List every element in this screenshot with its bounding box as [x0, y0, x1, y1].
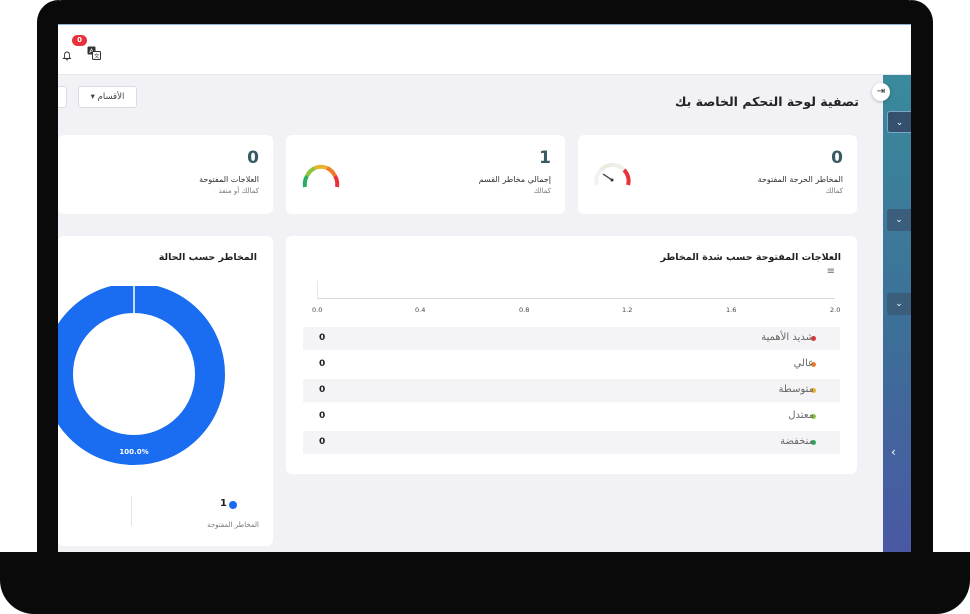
- legend-label: المخاطر المفتوحة: [207, 521, 259, 529]
- x-tick: 0.0: [312, 306, 323, 314]
- severity-count: 0: [319, 411, 326, 421]
- page-title: تصفية لوحة التحكم الخاصة بك: [674, 94, 859, 109]
- status-panel: المخاطر حسب الحالة 100.0% 1 المخاطر المف…: [58, 236, 273, 546]
- x-tick: 2.0: [830, 306, 841, 314]
- severity-row-low: 0 منخفضة: [303, 431, 840, 454]
- sidebar-toggle-2[interactable]: ⌄: [887, 209, 911, 231]
- device-frame-base: [0, 552, 970, 614]
- kpi-label: العلاجات المفتوحة: [199, 175, 259, 184]
- severity-count: 0: [319, 333, 326, 343]
- donut-slice-open-risks: [58, 286, 225, 465]
- severity-count: 0: [319, 385, 326, 395]
- severity-label: معتدل: [788, 410, 814, 421]
- kpi-card-critical: 0 المخاطر الحرجة المفتوحة كمالك: [578, 135, 857, 214]
- bell-icon[interactable]: [62, 51, 72, 61]
- kpi-label: المخاطر الحرجة المفتوحة: [757, 175, 843, 184]
- gauge-icon: [302, 164, 340, 188]
- kpi-value: 1: [539, 148, 551, 168]
- top-bar: 0 A 文: [58, 25, 911, 75]
- svg-text:文: 文: [94, 52, 100, 60]
- kpi-label: إجمالي مخاطر القسم: [478, 175, 551, 184]
- severity-row-medium: 0 متوسطة: [303, 379, 840, 402]
- device-frame-left: [37, 0, 59, 560]
- severity-panel-title: العلاجات المفتوحة حسب شدة المخاطر: [660, 252, 841, 263]
- severity-row-critical: 0 شديد الأهمية: [303, 327, 840, 350]
- app-screen: 0 A 文 ⌄ ⌄ ⌄ ‹ ⇥ تصفية لوحة التحكم الخاصة…: [58, 24, 911, 555]
- sidebar-toggle-1[interactable]: ⌄: [887, 111, 911, 133]
- filter-button-partial[interactable]: [58, 86, 67, 108]
- kpi-value: 0: [831, 148, 843, 168]
- collapse-sidebar-button[interactable]: ⇥: [872, 83, 890, 101]
- severity-label: عالي: [793, 358, 814, 369]
- kpi-card-department: 1 إجمالي مخاطر القسم كمالك: [286, 135, 565, 214]
- kpi-subtitle: كمالك: [533, 187, 551, 195]
- severity-label: متوسطة: [778, 384, 814, 395]
- translate-icon[interactable]: A 文: [87, 46, 101, 60]
- bar-chart-plot: [317, 281, 835, 299]
- severity-label: شديد الأهمية: [761, 332, 814, 343]
- severity-label: منخفضة: [780, 436, 814, 447]
- legend-dot: [229, 501, 237, 509]
- sidebar: ⌄ ⌄ ⌄ ‹: [883, 75, 911, 555]
- departments-dropdown[interactable]: الأقسام ▾: [78, 86, 137, 108]
- severity-row-moderate: 0 معتدل: [303, 405, 840, 428]
- kpi-subtitle: كمالك أو منفذ: [218, 187, 259, 195]
- status-panel-title: المخاطر حسب الحالة: [158, 252, 257, 263]
- severity-panel: العلاجات المفتوحة حسب شدة المخاطر ≡ 0.0 …: [286, 236, 857, 474]
- sidebar-toggle-3[interactable]: ⌄: [887, 293, 911, 315]
- x-tick: 0.8: [519, 306, 530, 314]
- sidebar-collapse-arrow[interactable]: ‹: [891, 445, 896, 459]
- x-tick: 1.2: [622, 306, 633, 314]
- gauge-icon: [594, 163, 631, 186]
- menu-icon[interactable]: ≡: [827, 266, 835, 277]
- donut-chart: 100.0%: [58, 286, 225, 465]
- device-frame-right: [911, 0, 933, 560]
- notification-badge: 0: [72, 35, 87, 46]
- kpi-value: 0: [247, 148, 259, 168]
- kpi-subtitle: كمالك: [825, 187, 843, 195]
- severity-count: 0: [319, 359, 326, 369]
- severity-row-high: 0 عالي: [303, 353, 840, 376]
- kpi-card-treatments: 0 العلاجات المفتوحة كمالك أو منفذ: [58, 135, 273, 214]
- legend-value: 1: [220, 498, 227, 509]
- x-tick: 0.4: [415, 306, 426, 314]
- donut-percent-label: 100.0%: [119, 448, 148, 456]
- x-tick: 1.6: [726, 306, 737, 314]
- severity-count: 0: [319, 437, 326, 447]
- legend-divider: [131, 496, 132, 526]
